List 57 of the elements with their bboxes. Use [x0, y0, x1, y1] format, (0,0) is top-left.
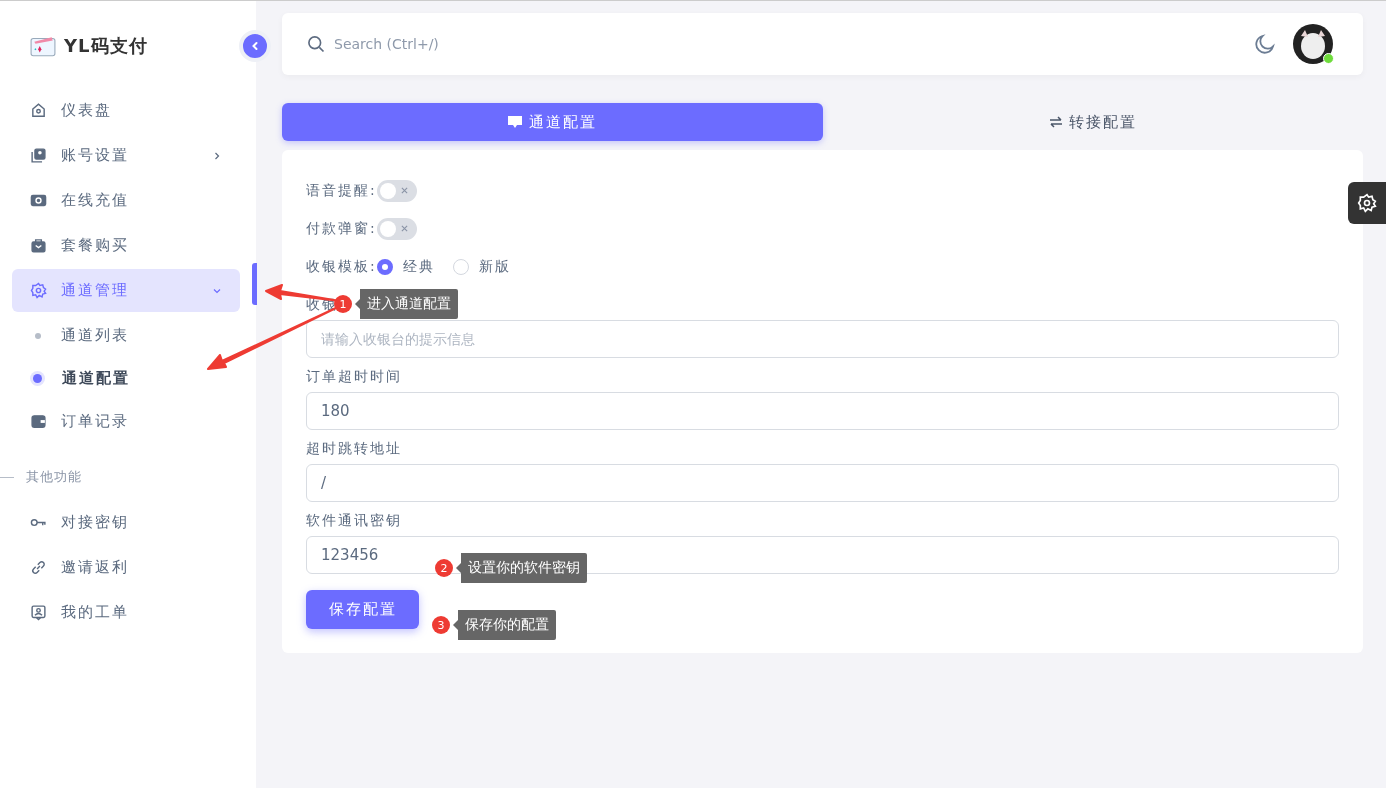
- cash-icon: [30, 192, 47, 209]
- link-icon: [30, 559, 47, 576]
- settings-icon: [30, 282, 47, 299]
- tab[interactable]: 转接配置: [822, 103, 1363, 141]
- menu-item[interactable]: 邀请返利: [12, 546, 240, 589]
- menu-item[interactable]: 套餐购买: [12, 224, 240, 267]
- radio-option[interactable]: 经典: [376, 258, 435, 276]
- section-heading: 其他功能: [26, 468, 82, 486]
- menu-item[interactable]: 仪表盘: [12, 89, 240, 132]
- logo-text: YL码支付: [64, 34, 148, 58]
- chevron-icon: [212, 150, 222, 161]
- field-label: 超时跳转地址: [306, 440, 402, 458]
- cross-icon: [400, 187, 408, 194]
- bag-icon: [30, 237, 47, 254]
- tab[interactable]: 通道配置: [282, 103, 823, 141]
- field-label: 软件通讯密钥: [306, 512, 402, 530]
- bullet-icon: [33, 374, 42, 383]
- menu-item[interactable]: 账号设置: [12, 134, 240, 177]
- input-field[interactable]: 请输入收银台的提示信息: [306, 320, 1339, 358]
- chevron-left-icon: [250, 41, 260, 51]
- field-label: 订单超时时间: [306, 368, 402, 386]
- annotation-tooltip: 保存你的配置: [453, 610, 556, 640]
- swap-icon: [1048, 116, 1063, 128]
- chat-icon: [507, 115, 524, 129]
- menu-item[interactable]: 对接密钥: [12, 501, 240, 544]
- moon-icon[interactable]: [1253, 32, 1277, 56]
- field-label: 语音提醒:: [306, 182, 377, 200]
- submenu-item[interactable]: 通道列表: [0, 314, 137, 357]
- bullet-icon: [35, 332, 41, 339]
- home-icon: [30, 102, 47, 119]
- logo-icon: [30, 35, 56, 57]
- cross-icon: [400, 225, 408, 232]
- submenu-item[interactable]: 通道配置: [0, 357, 138, 400]
- wallet-icon: [30, 413, 47, 430]
- annotation-tooltip: 设置你的软件密钥: [456, 553, 587, 583]
- annotation-tooltip: 进入通道配置: [355, 289, 458, 319]
- search-icon: [306, 34, 326, 54]
- collapse-button[interactable]: [239, 30, 271, 62]
- menu-item[interactable]: 我的工单: [12, 591, 240, 634]
- menu-item[interactable]: 在线充值: [12, 179, 240, 222]
- ticket-icon: [30, 604, 47, 621]
- save-button[interactable]: 保存配置: [306, 590, 419, 629]
- input-field[interactable]: 180: [306, 392, 1339, 430]
- field-label: 收银模板:: [306, 258, 377, 276]
- radio-option[interactable]: 新版: [452, 258, 511, 276]
- active-indicator: [252, 263, 257, 305]
- input-field[interactable]: /: [306, 464, 1339, 502]
- field-label: 付款弹窗:: [306, 220, 377, 238]
- settings-icon: [1357, 193, 1377, 213]
- toggle-switch[interactable]: [376, 218, 417, 240]
- user-icon: [30, 147, 47, 164]
- settings-button[interactable]: [1348, 182, 1386, 224]
- avatar[interactable]: [1293, 24, 1333, 64]
- toggle-switch[interactable]: [376, 180, 417, 202]
- menu-item[interactable]: 订单记录: [12, 400, 240, 443]
- menu-item[interactable]: 通道管理: [12, 269, 240, 312]
- search-field[interactable]: Search (Ctrl+/): [332, 35, 536, 53]
